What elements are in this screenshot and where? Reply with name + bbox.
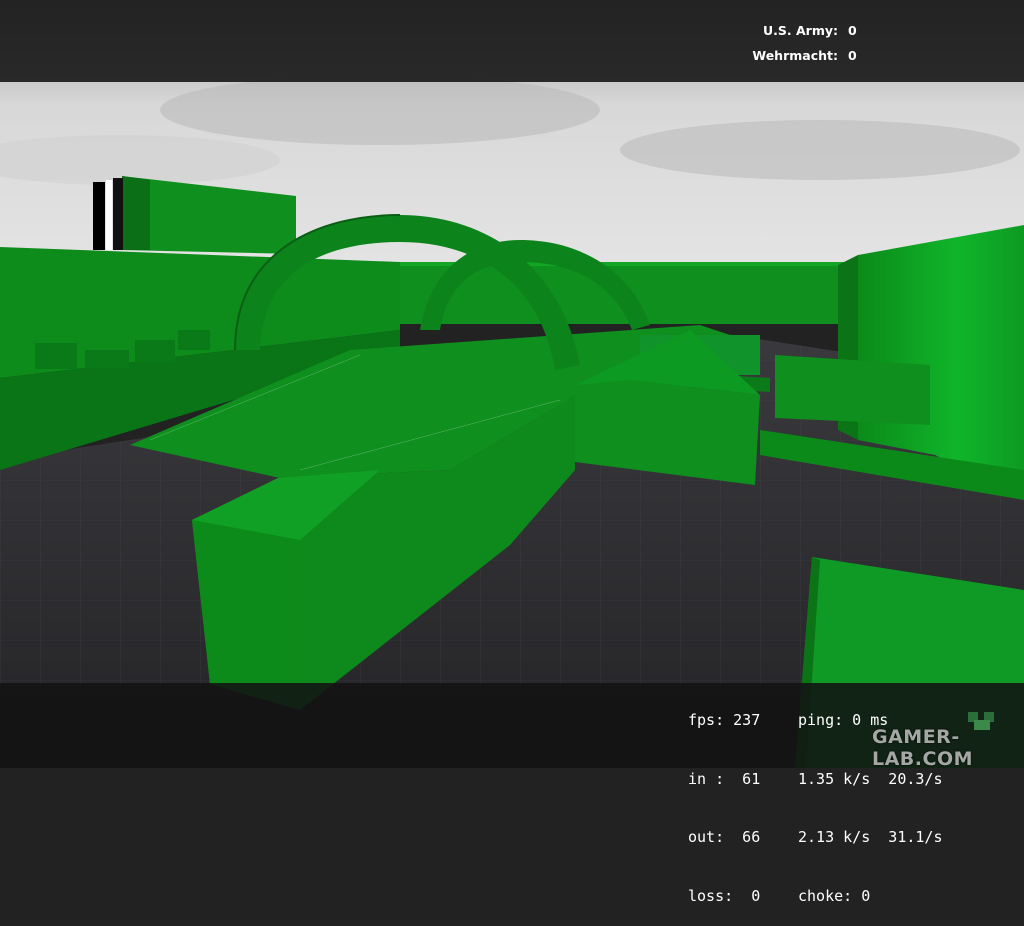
block: [775, 355, 930, 425]
pole: [106, 180, 112, 250]
block: [135, 340, 175, 362]
team-score: 0: [848, 23, 857, 38]
team-score-row: Wehrmacht: 0: [700, 47, 860, 72]
team-score: 0: [848, 48, 857, 63]
choke-readout: choke: 0: [798, 886, 871, 905]
out-rate-readout: 2.13 k/s 31.1/s: [798, 828, 943, 846]
loss-readout: loss: 0: [688, 886, 761, 905]
cloud: [620, 120, 1020, 180]
game-viewport: [0, 0, 1024, 768]
team-name: Wehrmacht:: [752, 48, 838, 63]
block: [85, 350, 129, 368]
upper-box-side: [122, 176, 150, 250]
team-score-row: U.S. Army: 0: [700, 22, 860, 47]
pole: [113, 178, 123, 250]
out-readout: out: 66: [688, 828, 761, 846]
net-graph: fps: 237 ping: 0 ms in : 61 1.35 k/s 20.…: [688, 672, 943, 926]
in-readout: in : 61: [688, 769, 761, 788]
hud-top-bar: [0, 0, 1024, 82]
watermark: GAMER-LAB.COM: [872, 726, 974, 770]
net-graph-row: in : 61 1.35 k/s 20.3/s: [688, 770, 943, 790]
pole: [93, 182, 105, 250]
team-name: U.S. Army:: [762, 23, 838, 38]
block: [35, 343, 77, 369]
block: [178, 330, 210, 350]
in-rate-readout: 1.35 k/s 20.3/s: [798, 769, 943, 788]
fps-readout: fps: 237: [688, 711, 761, 729]
cloud: [160, 75, 600, 145]
net-graph-row: loss: 0 choke: 0: [688, 887, 943, 907]
team-scoreboard: U.S. Army: 0 Wehrmacht: 0: [700, 22, 860, 72]
net-graph-row: out: 66 2.13 k/s 31.1/s: [688, 828, 943, 848]
